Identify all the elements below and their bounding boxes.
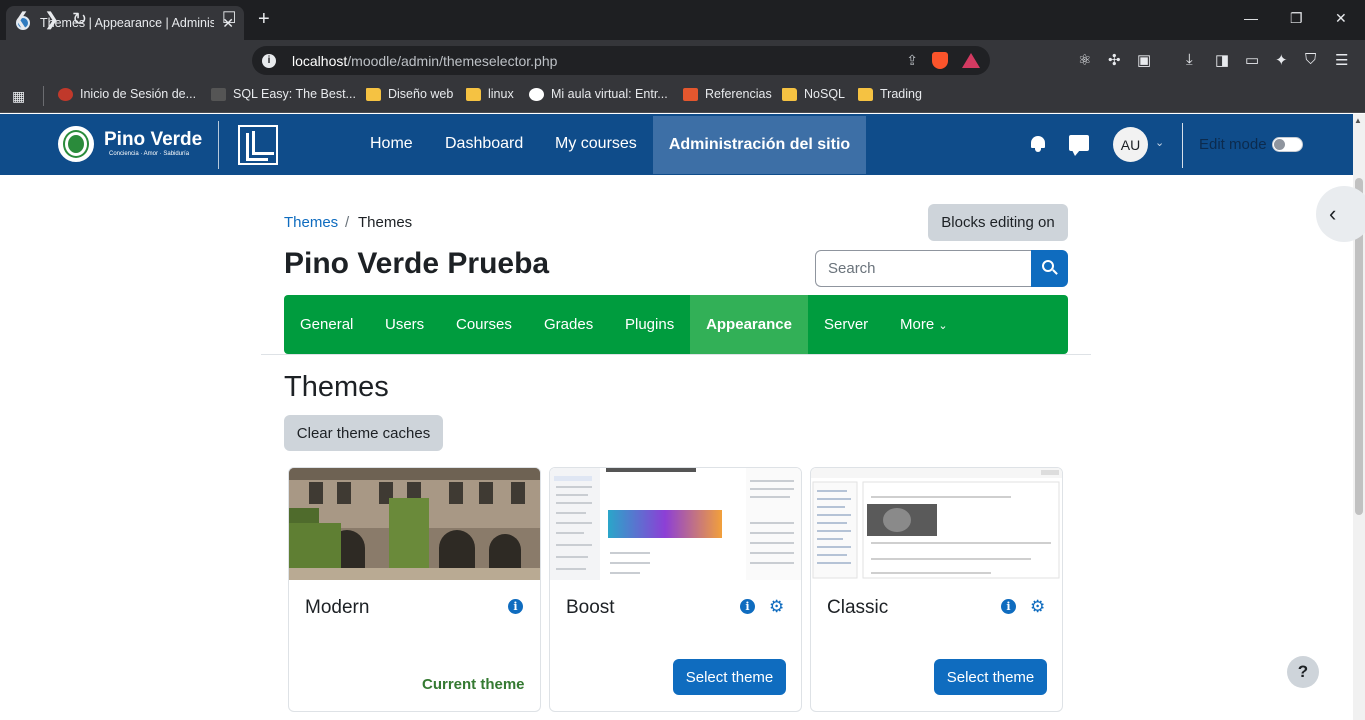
extension-icon[interactable]: ⚛ <box>1078 51 1091 69</box>
secondary-logo-icon <box>238 125 278 165</box>
help-button[interactable]: ? <box>1287 656 1319 688</box>
notifications-bell-icon[interactable] <box>1029 134 1047 152</box>
info-icon[interactable]: i <box>1001 599 1016 614</box>
nav-dashboard[interactable]: Dashboard <box>445 135 523 153</box>
nav-home[interactable]: Home <box>370 135 413 153</box>
blocks-editing-button[interactable]: Blocks editing on <box>928 204 1068 241</box>
reader-icon[interactable]: ▣ <box>1137 51 1151 69</box>
info-icon[interactable]: i <box>740 599 755 614</box>
logo-name: Pino Verde <box>104 129 203 150</box>
bookmark-favicon-icon <box>529 87 544 101</box>
pino-verde-logo-icon[interactable] <box>55 123 97 165</box>
header-divider <box>1182 123 1183 168</box>
search-input[interactable]: Search <box>815 250 1032 287</box>
menu-icon[interactable]: ☰ <box>1335 51 1348 69</box>
bookmark-folder[interactable]: Trading <box>858 87 922 101</box>
theme-preview-image[interactable] <box>550 468 801 580</box>
theme-preview-image[interactable] <box>289 468 540 580</box>
minimize-icon[interactable]: — <box>1244 10 1258 26</box>
share-icon[interactable]: ⇪ <box>906 52 918 69</box>
breadcrumb-current: Themes <box>358 214 413 231</box>
close-window-icon[interactable]: ✕ <box>1335 10 1347 27</box>
bookmark-favicon-icon <box>211 87 226 101</box>
tab-courses[interactable]: Courses <box>456 316 512 333</box>
bookmark-favicon-icon <box>58 87 73 101</box>
gear-icon[interactable]: ⚙ <box>769 598 786 615</box>
new-tab-icon[interactable]: + <box>258 8 270 31</box>
tab-general[interactable]: General <box>300 316 353 333</box>
theme-name: Boost <box>566 597 615 618</box>
scroll-up-icon[interactable]: ▲ <box>1354 116 1362 125</box>
sidebar-icon[interactable]: ◨ <box>1215 51 1229 69</box>
logo-divider <box>218 121 219 169</box>
theme-preview-image[interactable] <box>811 468 1062 580</box>
edit-mode-toggle[interactable] <box>1272 137 1303 152</box>
chevron-left-icon: ‹ <box>1329 201 1337 226</box>
current-theme-label: Current theme <box>422 676 525 693</box>
theme-name: Classic <box>827 597 889 618</box>
chevron-down-icon: ⌄ <box>938 320 948 332</box>
folder-icon <box>366 87 381 101</box>
browser-tab[interactable]: Themes | Appearance | Administr ✕ <box>6 6 244 40</box>
puzzle-icon[interactable]: ✣ <box>1108 51 1121 69</box>
theme-card-modern: Modern i Current theme <box>288 467 541 712</box>
wallet-icon[interactable]: ▭ <box>1245 51 1259 69</box>
brave-shields-icon[interactable] <box>932 52 948 69</box>
breadcrumb-separator: / <box>345 214 350 231</box>
folder-icon <box>466 87 481 101</box>
vpn-icon[interactable]: ⛉ <box>1305 51 1316 68</box>
page-heading: Themes <box>284 371 389 403</box>
tab-plugins[interactable]: Plugins <box>625 316 674 333</box>
theme-card-classic: Classic i ⚙ Select theme <box>810 467 1063 712</box>
bookmark-favicon-icon <box>683 87 698 101</box>
brave-rewards-icon[interactable] <box>962 53 980 68</box>
address-bar[interactable]: i localhost/moodle/admin/themeselector.p… <box>252 46 990 75</box>
nav-my-courses[interactable]: My courses <box>555 135 637 153</box>
site-title: Pino Verde Prueba <box>284 247 550 280</box>
folder-icon <box>782 87 797 101</box>
select-theme-button[interactable]: Select theme <box>934 659 1047 695</box>
tab-users[interactable]: Users <box>385 316 424 333</box>
theme-name: Modern <box>305 597 370 618</box>
reload-icon[interactable]: ↻ <box>72 9 87 29</box>
edit-mode-label: Edit mode <box>1199 136 1267 153</box>
tab-title: Themes | Appearance | Administr <box>40 16 215 30</box>
bookmark-folder[interactable]: linux <box>466 87 514 101</box>
tab-grades[interactable]: Grades <box>544 316 593 333</box>
tab-more[interactable]: More ⌄ <box>900 316 948 333</box>
back-icon[interactable]: ❮ <box>14 9 29 29</box>
messages-icon[interactable] <box>1069 135 1089 156</box>
bookmark-folder[interactable]: Diseño web <box>366 87 453 101</box>
logo-tagline: Conciencia · Amor · Sabiduría <box>109 151 190 157</box>
bookmark-folder[interactable]: NoSQL <box>782 87 845 101</box>
bookmark-item[interactable]: Inicio de Sesión de... <box>58 87 196 101</box>
folder-icon <box>858 87 873 101</box>
select-theme-button[interactable]: Select theme <box>673 659 786 695</box>
apps-grid-icon[interactable]: ▦ <box>12 88 25 105</box>
url-text[interactable]: localhost/moodle/admin/themeselector.php <box>292 53 906 69</box>
tab-appearance[interactable]: Appearance <box>690 295 808 354</box>
bookmark-item[interactable]: Mi aula virtual: Entr... <box>529 87 668 101</box>
gear-icon[interactable]: ⚙ <box>1030 598 1047 615</box>
user-avatar[interactable]: AU <box>1113 127 1148 162</box>
search-button[interactable] <box>1031 250 1068 287</box>
clear-theme-caches-button[interactable]: Clear theme caches <box>284 415 443 451</box>
chevron-down-icon[interactable]: ⌄ <box>1155 136 1164 149</box>
bookmark-divider <box>43 86 44 106</box>
tab-server[interactable]: Server <box>824 316 868 333</box>
info-icon[interactable]: i <box>508 599 523 614</box>
site-info-icon[interactable]: i <box>262 53 276 68</box>
content-divider <box>261 354 1091 355</box>
leo-icon[interactable]: ✦ <box>1275 51 1288 69</box>
nav-site-administration[interactable]: Administración del sitio <box>653 116 866 174</box>
theme-card-boost: Boost i ⚙ Select theme <box>549 467 802 712</box>
bookmark-icon[interactable]: ☐ <box>222 9 236 29</box>
open-drawer-button[interactable]: ‹ <box>1316 186 1365 242</box>
bookmark-item[interactable]: SQL Easy: The Best... <box>211 87 356 101</box>
maximize-icon[interactable]: ❐ <box>1290 10 1303 27</box>
forward-icon[interactable]: ❯ <box>44 9 59 29</box>
bookmark-item[interactable]: Referencias <box>683 87 772 101</box>
breadcrumb-themes-link[interactable]: Themes <box>284 214 338 231</box>
download-icon[interactable]: ⤓ <box>1186 51 1193 68</box>
